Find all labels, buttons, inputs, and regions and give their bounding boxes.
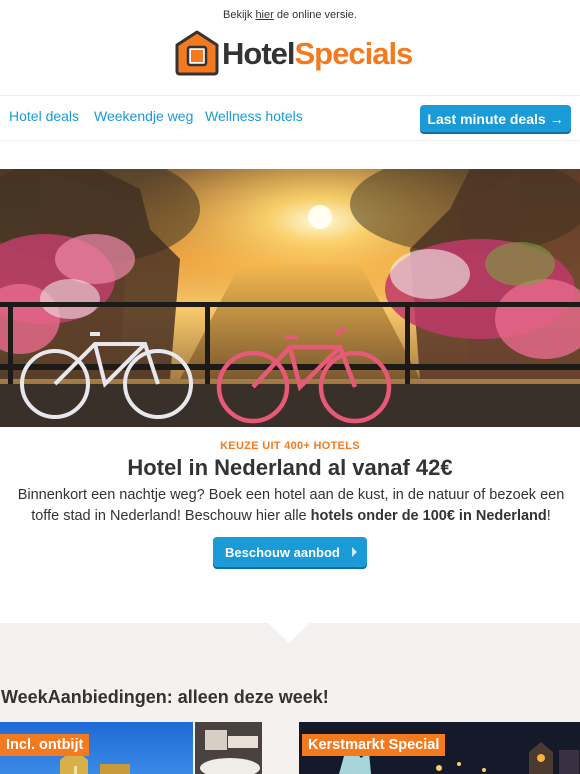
logo-hotel-text: Hotel: [222, 35, 295, 71]
hero-headline: Hotel in Nederland al vanaf 42€: [127, 455, 453, 480]
main-nav: Hotel deals Weekendje weg Wellness hotel…: [0, 95, 580, 141]
deal-card-ontbijt[interactable]: Incl. ontbijt: [0, 722, 262, 774]
beschouw-aanbod-button[interactable]: Beschouw aanbod: [213, 537, 367, 567]
nav-wellness-hotels[interactable]: Wellness hotels: [205, 108, 303, 124]
logo-specials-text: Specials: [294, 35, 414, 71]
hero-body-end: !: [546, 508, 551, 524]
cta-label: Beschouw aanbod: [225, 544, 340, 560]
nav-weekendje-weg[interactable]: Weekendje weg: [94, 108, 193, 124]
week-section-title: WeekAanbiedingen: alleen deze week!: [1, 687, 329, 707]
preheader: Bekijk hier de online versie.: [0, 9, 580, 21]
online-version-link[interactable]: hier: [255, 9, 273, 21]
logo-house-icon: [174, 30, 220, 76]
card-badge-ontbijt: Incl. ontbijt: [0, 734, 90, 756]
hero-image[interactable]: [0, 169, 580, 427]
deal-card-kerstmarkt[interactable]: Kerstmarkt Special: [299, 722, 580, 774]
nav-hotel-deals[interactable]: Hotel deals: [9, 108, 79, 124]
cta-arrow-icon: [352, 547, 357, 557]
card-badge-kerstmarkt: Kerstmarkt Special: [302, 734, 446, 756]
section-notch-divider: [268, 623, 310, 643]
hero-kicker: KEUZE UIT 400+ HOTELS: [220, 440, 360, 452]
preheader-before: Bekijk: [223, 9, 253, 21]
hero-body-bold: hotels onder de 100€ in Nederland: [310, 508, 547, 524]
last-minute-deals-button[interactable]: Last minute deals →: [420, 105, 571, 132]
hotelspecials-logo[interactable]: HotelSpecials: [174, 28, 414, 78]
hero-body: Binnenkort een nachtje weg? Boek een hot…: [6, 485, 576, 527]
preheader-after: de online versie.: [276, 9, 357, 21]
logo-wordmark: HotelSpecials: [222, 35, 414, 71]
